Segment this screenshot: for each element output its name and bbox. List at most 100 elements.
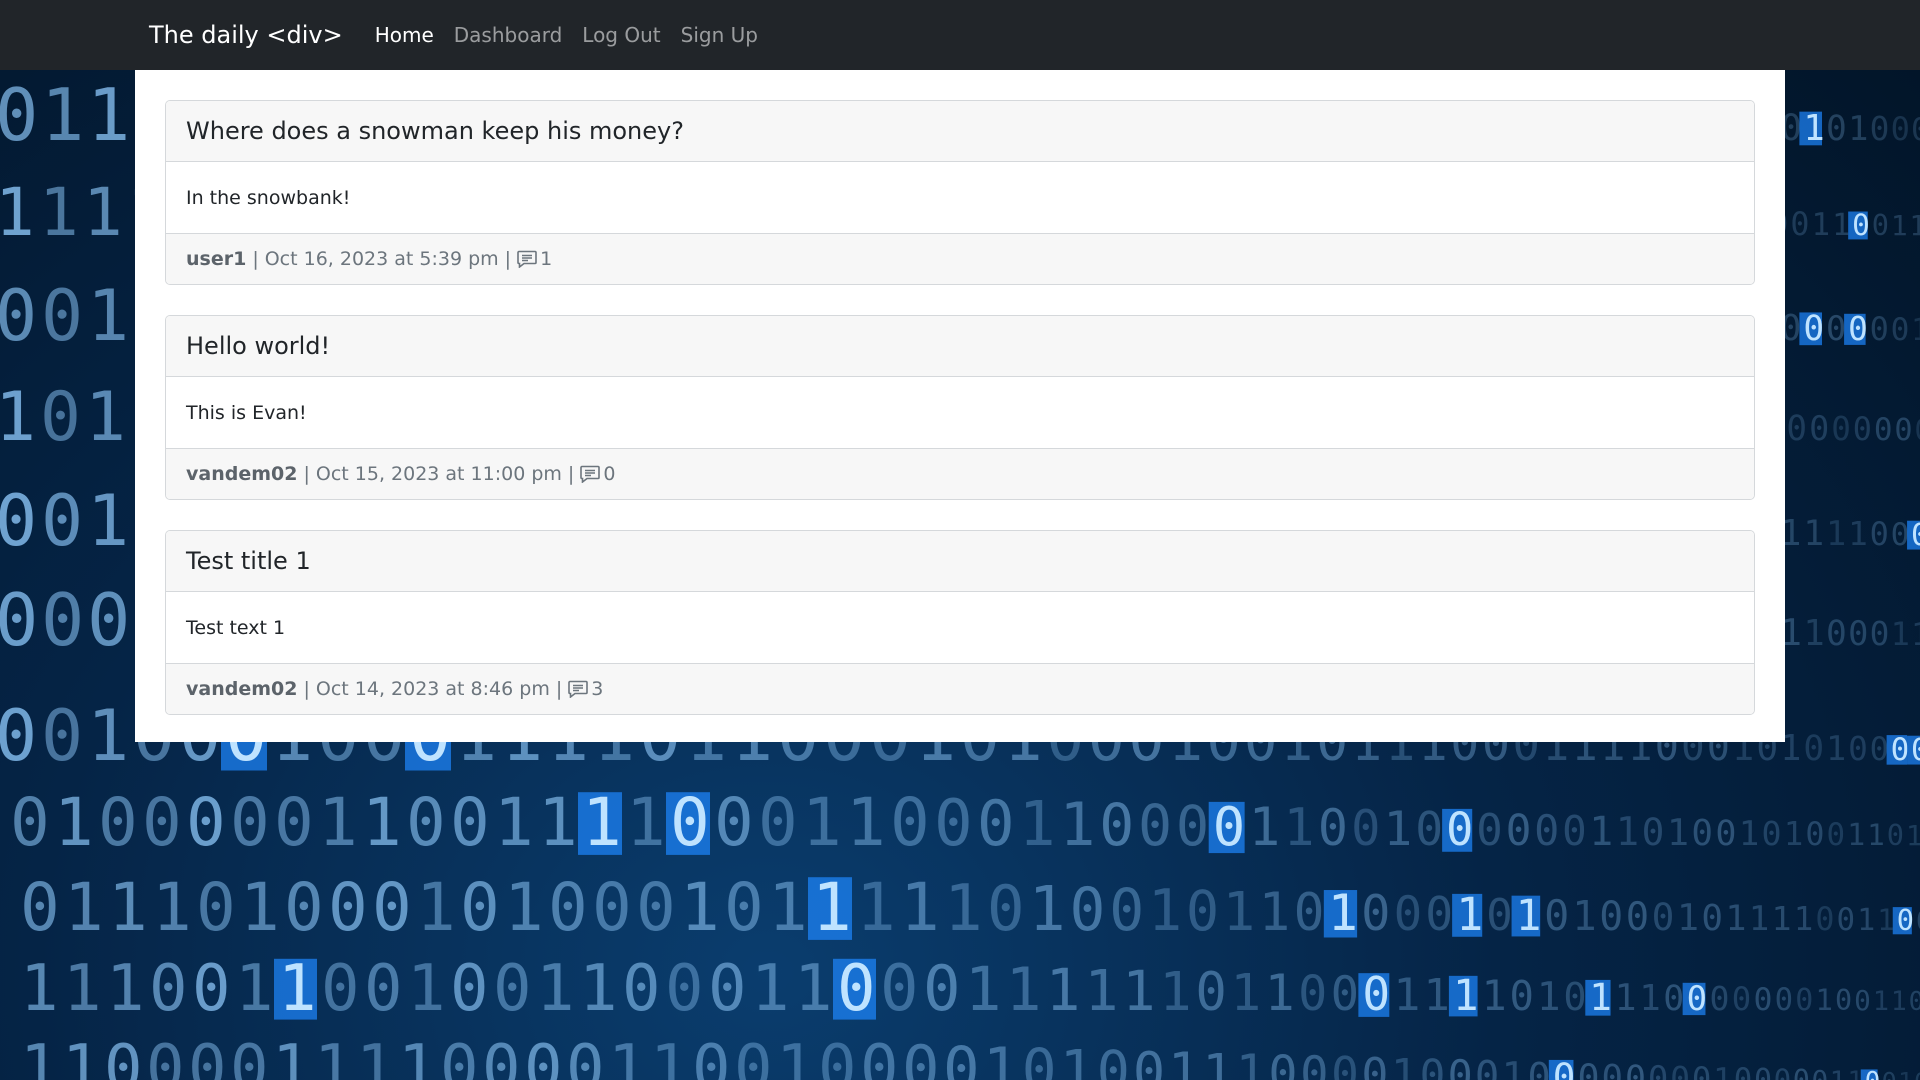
binary-digit: 1 bbox=[362, 784, 402, 861]
binary-digit: 1 bbox=[1667, 811, 1689, 854]
binary-digit: 1 bbox=[1060, 1039, 1094, 1080]
post-title[interactable]: Where does a snowman keep his money? bbox=[166, 101, 1754, 162]
post-card[interactable]: Hello world! This is Evan! vandem02 | Oc… bbox=[165, 315, 1755, 500]
binary-digit: 1 bbox=[63, 952, 102, 1026]
binary-digit: 1 bbox=[314, 1032, 353, 1080]
binary-digit: 1 bbox=[494, 784, 534, 861]
brand-link[interactable]: The daily <div> bbox=[149, 21, 343, 49]
binary-digit: 0 bbox=[1870, 515, 1889, 553]
binary-digit: 0 bbox=[284, 869, 324, 946]
binary-digit: 1 bbox=[272, 1032, 311, 1080]
binary-digit: 0 bbox=[1351, 801, 1380, 857]
binary-digit: 0 bbox=[440, 1032, 479, 1080]
binary-digit: 0 bbox=[328, 869, 368, 946]
binary-digit: 0 bbox=[1425, 887, 1453, 941]
binary-digit: 1 bbox=[1046, 956, 1081, 1024]
binary-digit: 0 bbox=[524, 1032, 563, 1080]
binary-digit: 1 bbox=[1223, 880, 1255, 943]
binary-digit: 0 bbox=[1870, 110, 1890, 148]
binary-digit: 1 bbox=[318, 784, 358, 861]
binary-digit: 0 bbox=[1874, 412, 1893, 448]
binary-digit: 0 bbox=[1663, 979, 1684, 1019]
binary-digit: 0 bbox=[1911, 112, 1920, 148]
binary-digit: 1 bbox=[1639, 978, 1661, 1019]
nav-link-dashboard[interactable]: Dashboard bbox=[454, 23, 563, 47]
binary-digit: 1 bbox=[1060, 791, 1096, 860]
binary-digit: 1 bbox=[39, 174, 79, 251]
binary-digit: 0 bbox=[977, 787, 1015, 860]
binary-digit: 0 bbox=[1848, 310, 1868, 348]
post-title[interactable]: Test title 1 bbox=[166, 531, 1754, 592]
binary-digit: 0 bbox=[1803, 729, 1824, 769]
binary-digit: 0 bbox=[1626, 895, 1649, 940]
binary-digit: 1 bbox=[85, 378, 126, 457]
binary-digit: 1 bbox=[504, 869, 544, 946]
footer-separator: | bbox=[303, 463, 310, 485]
binary-digit: 0 bbox=[142, 784, 182, 861]
binary-digit: 0 bbox=[1774, 1063, 1792, 1080]
binary-digit: 0 bbox=[372, 869, 412, 946]
binary-digit: 1 bbox=[1891, 209, 1908, 242]
binary-digit: 0 bbox=[40, 378, 81, 457]
post-footer: vandem02 | Oct 14, 2023 at 8:46 pm | 3 bbox=[166, 663, 1754, 714]
binary-digit: 1 bbox=[1898, 1067, 1913, 1080]
binary-digit: 0 bbox=[1753, 982, 1772, 1018]
binary-digit: 1 bbox=[768, 869, 808, 946]
binary-digit: 0 bbox=[1268, 1046, 1297, 1080]
binary-digit: 1 bbox=[1803, 514, 1824, 554]
binary-digit: 0 bbox=[902, 1032, 940, 1080]
binary-digit: 0 bbox=[1914, 413, 1920, 447]
post-author: vandem02 bbox=[186, 678, 298, 700]
binary-digit: 1 bbox=[1537, 974, 1561, 1020]
binary-digit: 1 bbox=[1006, 955, 1042, 1024]
binary-digit: 0 bbox=[188, 1032, 227, 1080]
binary-digit: 0 bbox=[1331, 1047, 1359, 1080]
nav-link-signup[interactable]: Sign Up bbox=[681, 23, 758, 47]
binary-digit: 0 bbox=[0, 480, 37, 562]
nav-link-home[interactable]: Home bbox=[375, 23, 434, 47]
binary-digit: 1 bbox=[1230, 964, 1261, 1023]
binary-digit: 0 bbox=[196, 869, 236, 946]
nav-link-logout[interactable]: Log Out bbox=[582, 23, 660, 47]
binary-digit: 0 bbox=[987, 872, 1025, 945]
binary-digit: 0 bbox=[860, 1032, 899, 1080]
binary-digit: 0 bbox=[146, 1032, 185, 1080]
binary-digit: 1 bbox=[1832, 208, 1850, 243]
binary-digit: 0 bbox=[1848, 614, 1868, 653]
binary-digit: 0 bbox=[880, 952, 919, 1026]
binary-digit: 1 bbox=[1812, 207, 1831, 243]
binary-digit: 1 bbox=[1148, 878, 1182, 944]
binary-digit: 0 bbox=[1318, 799, 1348, 857]
post-card[interactable]: Test title 1 Test text 1 vandem02 | Oct … bbox=[165, 530, 1755, 715]
binary-digit: 1 bbox=[1873, 986, 1889, 1017]
binary-digit: 0 bbox=[10, 784, 50, 861]
binary-digit: 1 bbox=[802, 784, 842, 861]
binary-digit: 1 bbox=[108, 869, 148, 946]
binary-digit: 0 bbox=[0, 695, 37, 777]
binary-digit: 0 bbox=[1827, 817, 1846, 853]
binary-digit: 0 bbox=[1891, 110, 1910, 148]
post-body: Test text 1 bbox=[186, 616, 286, 639]
binary-digit: 0 bbox=[1109, 876, 1144, 944]
binary-digit: 0 bbox=[724, 869, 764, 946]
post-title[interactable]: Hello world! bbox=[166, 316, 1754, 377]
binary-digit: 1 bbox=[1848, 515, 1868, 553]
binary-digit: 1 bbox=[751, 952, 790, 1026]
binary-digit: 1 bbox=[41, 73, 84, 157]
post-card[interactable]: Where does a snowman keep his money? In … bbox=[165, 100, 1755, 285]
binary-digit: 0 bbox=[592, 869, 632, 946]
post-body: In the snowbank! bbox=[186, 186, 351, 209]
binary-digit: 0 bbox=[1811, 1064, 1828, 1080]
binary-digit: 0 bbox=[1826, 109, 1847, 149]
binary-digit: 0 bbox=[1837, 902, 1856, 938]
binary-digit: 1 bbox=[83, 174, 123, 251]
binary-digit: 0 bbox=[0, 275, 37, 357]
binary-digit: 1 bbox=[1739, 814, 1760, 854]
binary-digit: 0 bbox=[1790, 207, 1809, 243]
binary-digit: 0 bbox=[1891, 732, 1910, 768]
binary-digit: 0 bbox=[1648, 1059, 1668, 1080]
binary-digit: 0 bbox=[1882, 1067, 1897, 1080]
binary-digit: 0 bbox=[1186, 880, 1219, 944]
binary-digit: 0 bbox=[1486, 890, 1513, 941]
binary-digit: 0 bbox=[1022, 1036, 1057, 1080]
